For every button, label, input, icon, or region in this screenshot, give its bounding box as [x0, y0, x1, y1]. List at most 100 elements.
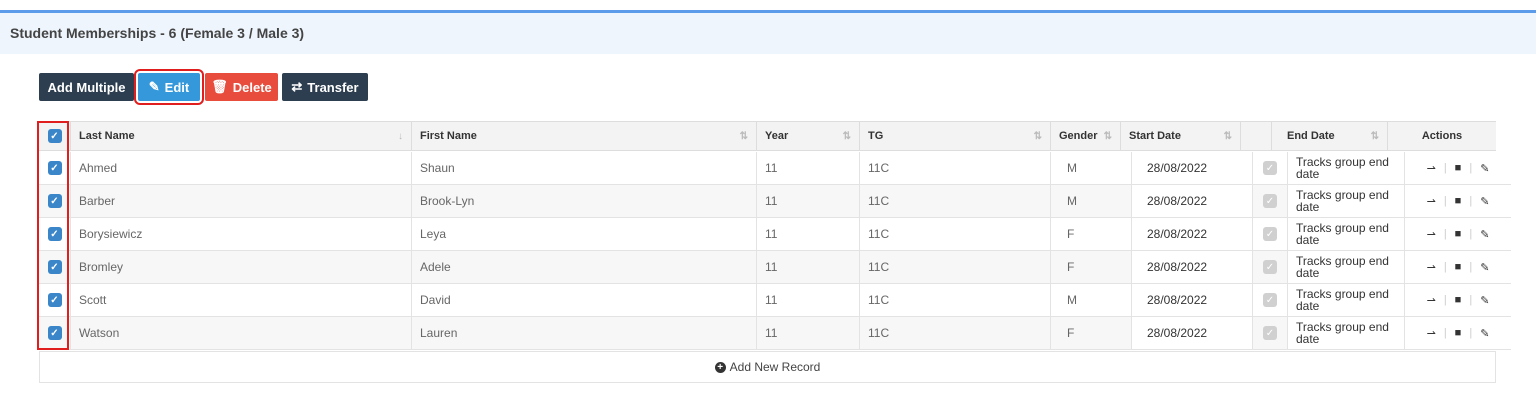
col-actions: Actions: [1387, 122, 1496, 150]
delete-label: Delete: [232, 79, 272, 95]
edit-button[interactable]: ✎ Edit: [134, 69, 204, 105]
end-date-cell: Tracks group end date: [1287, 185, 1404, 217]
tracks-end-checkbox[interactable]: ✓: [1263, 326, 1277, 340]
select-all-checkbox[interactable]: ✓: [47, 129, 62, 143]
transfer-row-icon[interactable]: ⇀: [1427, 228, 1436, 241]
actions-cell: ⇀ | ■ | ✎: [1404, 185, 1511, 217]
sort-icon: ⇅: [739, 131, 748, 142]
gender-cell: F: [1050, 317, 1131, 349]
first-name-cell: Brook-Lyn: [411, 185, 756, 217]
edit-row-icon[interactable]: ✎: [1480, 195, 1489, 208]
year-cell: 11: [756, 185, 859, 217]
table-row: ✓ Watson Lauren 11 11C F 28/08/2022 ✓ Tr…: [39, 317, 1511, 350]
edit-row-icon[interactable]: ✎: [1480, 228, 1489, 241]
col-first-name[interactable]: First Name ⇅: [411, 122, 756, 150]
edit-label: Edit: [164, 79, 190, 95]
first-name-cell: Shaun: [411, 152, 756, 184]
edit-row-icon[interactable]: ✎: [1480, 162, 1489, 175]
actions-cell: ⇀ | ■ | ✎: [1404, 251, 1511, 283]
transfer-row-icon[interactable]: ⇀: [1427, 327, 1436, 340]
add-multiple-button[interactable]: Add Multiple: [39, 73, 134, 101]
delete-row-icon[interactable]: ■: [1455, 327, 1462, 339]
delete-button[interactable]: 🗑 Delete: [205, 73, 278, 101]
row-checkbox[interactable]: ✓: [47, 194, 62, 208]
last-name-cell: Barber: [70, 185, 411, 217]
gender-cell: M: [1050, 185, 1131, 217]
year-cell: 11: [756, 284, 859, 316]
col-gender[interactable]: Gender ⇅: [1050, 122, 1120, 150]
gender-cell: F: [1050, 218, 1131, 250]
start-date-cell[interactable]: 28/08/2022: [1131, 251, 1252, 283]
delete-row-icon[interactable]: ■: [1455, 162, 1462, 174]
col-end-date[interactable]: End Date ⇅: [1271, 122, 1387, 150]
delete-row-icon[interactable]: ■: [1455, 195, 1462, 207]
gender-cell: M: [1050, 284, 1131, 316]
start-date-cell[interactable]: 28/08/2022: [1131, 185, 1252, 217]
tracks-end-checkbox[interactable]: ✓: [1263, 227, 1277, 241]
col-last-name[interactable]: Last Name ↓: [70, 122, 411, 150]
plus-circle-icon: +: [714, 361, 726, 373]
tracks-end-checkbox[interactable]: ✓: [1263, 194, 1277, 208]
tracks-end-checkbox[interactable]: ✓: [1263, 260, 1277, 274]
panel-header: Student Memberships - 6 (Female 3 / Male…: [0, 13, 1536, 54]
tg-cell: 11C: [859, 152, 1050, 184]
start-date-cell[interactable]: 28/08/2022: [1131, 284, 1252, 316]
row-checkbox[interactable]: ✓: [47, 293, 62, 307]
delete-row-icon[interactable]: ■: [1455, 261, 1462, 273]
table-row: ✓ Bromley Adele 11 11C F 28/08/2022 ✓ Tr…: [39, 251, 1511, 284]
select-all-cell: ✓: [39, 122, 70, 150]
tracks-end-checkbox[interactable]: ✓: [1263, 293, 1277, 307]
table-header-row: ✓ Last Name ↓ First Name ⇅ Year ⇅ TG ⇅ Gende…: [39, 121, 1496, 151]
page-title: Student Memberships - 6 (Female 3 / Male…: [10, 25, 305, 41]
row-checkbox[interactable]: ✓: [47, 326, 62, 340]
row-select-cell: ✓: [39, 317, 70, 349]
start-date-cell[interactable]: 28/08/2022: [1131, 152, 1252, 184]
sort-icon: ⇅: [1033, 131, 1042, 142]
sort-icon: ⇅: [1103, 131, 1112, 142]
delete-row-icon[interactable]: ■: [1455, 228, 1462, 240]
table-row: ✓ Barber Brook-Lyn 11 11C M 28/08/2022 ✓…: [39, 185, 1511, 218]
add-new-record-button[interactable]: + Add New Record: [39, 351, 1496, 383]
edit-row-icon[interactable]: ✎: [1480, 294, 1489, 307]
transfer-row-icon[interactable]: ⇀: [1427, 162, 1436, 175]
edit-row-icon[interactable]: ✎: [1480, 261, 1489, 274]
transfer-row-icon[interactable]: ⇀: [1427, 261, 1436, 274]
transfer-icon: ⇄: [291, 79, 303, 94]
start-date-cell[interactable]: 28/08/2022: [1131, 317, 1252, 349]
col-start-date[interactable]: Start Date ⇅: [1120, 122, 1240, 150]
tracks-end-cell: ✓: [1252, 152, 1287, 184]
tracks-end-cell: ✓: [1252, 185, 1287, 217]
end-date-cell: Tracks group end date: [1287, 218, 1404, 250]
gender-cell: F: [1050, 251, 1131, 283]
row-select-cell: ✓: [39, 152, 70, 184]
year-cell: 11: [756, 317, 859, 349]
transfer-button[interactable]: ⇄ Transfer: [282, 73, 368, 101]
start-date-cell[interactable]: 28/08/2022: [1131, 218, 1252, 250]
transfer-label: Transfer: [307, 79, 359, 95]
transfer-row-icon[interactable]: ⇀: [1427, 195, 1436, 208]
end-date-cell: Tracks group end date: [1287, 152, 1404, 184]
actions-cell: ⇀ | ■ | ✎: [1404, 317, 1511, 349]
edit-row-icon[interactable]: ✎: [1480, 327, 1489, 340]
tracks-end-checkbox[interactable]: ✓: [1263, 161, 1277, 175]
row-select-cell: ✓: [39, 185, 70, 217]
table-row: ✓ Ahmed Shaun 11 11C M 28/08/2022 ✓ Trac…: [39, 152, 1511, 185]
col-tg[interactable]: TG ⇅: [859, 122, 1050, 150]
row-checkbox[interactable]: ✓: [47, 260, 62, 274]
row-select-cell: ✓: [39, 251, 70, 283]
first-name-cell: Adele: [411, 251, 756, 283]
transfer-row-icon[interactable]: ⇀: [1427, 294, 1436, 307]
last-name-cell: Borysiewicz: [70, 218, 411, 250]
tg-cell: 11C: [859, 317, 1050, 349]
row-checkbox[interactable]: ✓: [47, 227, 62, 241]
last-name-cell: Bromley: [70, 251, 411, 283]
year-cell: 11: [756, 251, 859, 283]
gender-cell: M: [1050, 152, 1131, 184]
col-year[interactable]: Year ⇅: [756, 122, 859, 150]
first-name-cell: David: [411, 284, 756, 316]
delete-row-icon[interactable]: ■: [1455, 294, 1462, 306]
actions-cell: ⇀ | ■ | ✎: [1404, 284, 1511, 316]
actions-cell: ⇀ | ■ | ✎: [1404, 152, 1511, 184]
end-date-cell: Tracks group end date: [1287, 284, 1404, 316]
row-checkbox[interactable]: ✓: [47, 161, 62, 175]
